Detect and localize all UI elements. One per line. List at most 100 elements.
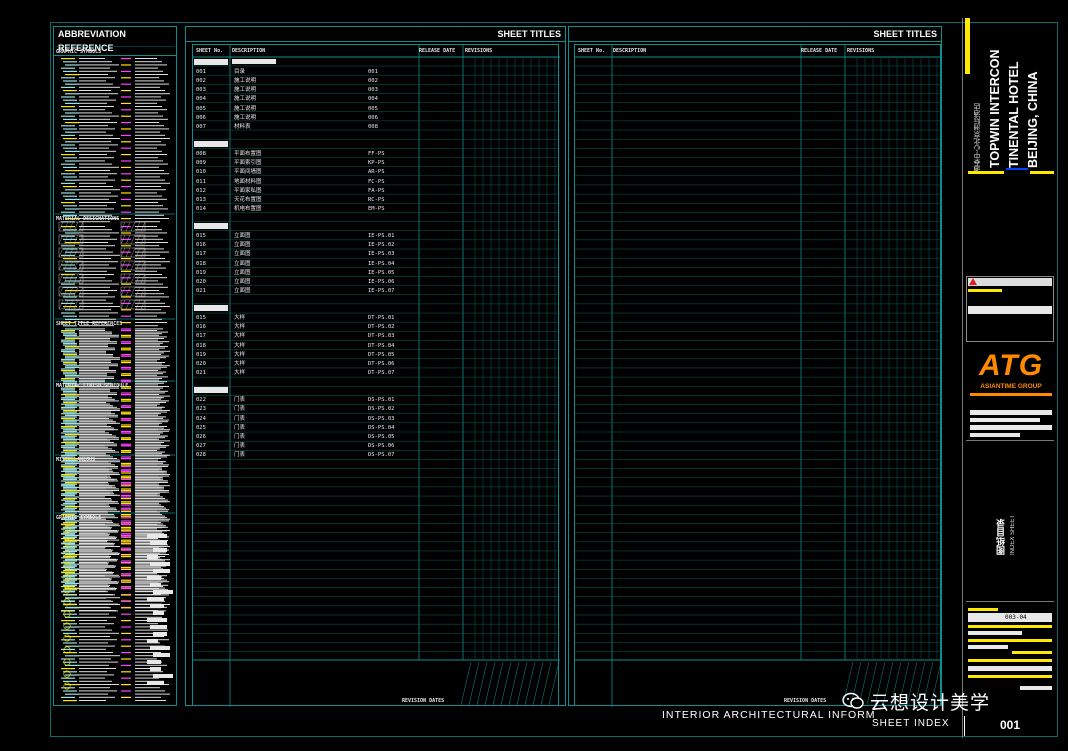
legend-text bbox=[79, 527, 112, 529]
legend-text bbox=[135, 552, 160, 554]
legend-text bbox=[135, 261, 170, 263]
legend-symbol bbox=[121, 70, 131, 72]
legend-text bbox=[79, 424, 107, 426]
legend-symbol bbox=[121, 524, 131, 526]
legend-symbol bbox=[65, 170, 79, 172]
legend-text bbox=[79, 160, 105, 162]
legend-text bbox=[135, 144, 166, 146]
legend-text bbox=[135, 352, 164, 354]
legend-text bbox=[79, 440, 110, 442]
sheet-row-code: IE-PS.01 bbox=[368, 233, 395, 240]
legend-symbol bbox=[61, 591, 75, 593]
legend-text bbox=[135, 354, 161, 355]
legend-text bbox=[135, 453, 162, 455]
revision-date-slant bbox=[460, 661, 472, 706]
legend-text bbox=[135, 485, 159, 487]
legend-swatch bbox=[147, 618, 167, 622]
legend-text bbox=[79, 568, 107, 570]
hatch-line bbox=[140, 260, 146, 271]
legend-text bbox=[79, 106, 114, 107]
group-heading-bar bbox=[194, 141, 228, 148]
sheet-row-code: 002 bbox=[368, 78, 378, 85]
legend-symbol bbox=[121, 186, 131, 188]
legend-text bbox=[135, 315, 157, 317]
legend-symbol bbox=[61, 403, 75, 405]
hatch-line bbox=[120, 299, 126, 310]
legend-symbol bbox=[65, 501, 79, 503]
legend-symbol bbox=[121, 258, 131, 260]
sheet-row-no: 017 bbox=[196, 251, 206, 258]
sheet-row-no: 015 bbox=[196, 233, 206, 240]
legend-text bbox=[79, 270, 107, 272]
legend-symbol bbox=[61, 480, 75, 482]
legend-text bbox=[135, 205, 163, 207]
legend-text bbox=[135, 376, 168, 378]
sheet-row-code: FF-PS bbox=[368, 151, 385, 158]
legend-symbol bbox=[121, 498, 131, 500]
legend-text bbox=[79, 700, 106, 701]
address-line-4 bbox=[970, 433, 1020, 437]
legend-symbol bbox=[121, 373, 131, 375]
legend-text bbox=[79, 379, 105, 381]
legend-text bbox=[135, 446, 166, 448]
legend-text bbox=[79, 674, 114, 676]
legend-symbol bbox=[61, 524, 75, 526]
legend-symbol bbox=[61, 106, 75, 108]
info-bar-3 bbox=[968, 639, 1052, 642]
legend-text bbox=[79, 77, 115, 79]
legend-text bbox=[135, 499, 168, 501]
legend-symbol bbox=[61, 494, 75, 496]
sheet-row-code: DS-PS.07 bbox=[368, 452, 395, 459]
legend-symbol bbox=[121, 341, 131, 343]
legend-symbol bbox=[63, 363, 77, 365]
legend-symbol bbox=[121, 360, 131, 362]
legend-text bbox=[135, 470, 165, 472]
legend-symbol bbox=[65, 336, 79, 338]
legend-symbol bbox=[61, 620, 75, 622]
sheet-row-code: DT-PS.02 bbox=[368, 324, 395, 331]
legend-text bbox=[79, 131, 106, 133]
title-rule-yellow-2 bbox=[1030, 171, 1054, 174]
sheet-row-no: 020 bbox=[196, 278, 206, 285]
legend-symbol bbox=[65, 573, 79, 575]
legend-symbol bbox=[63, 109, 77, 111]
legend-text bbox=[135, 341, 169, 343]
legend-symbol bbox=[121, 355, 131, 357]
legend-text bbox=[79, 296, 115, 298]
legend-text bbox=[79, 490, 107, 491]
revision-date-slant bbox=[508, 661, 520, 706]
legend-text bbox=[135, 480, 166, 482]
legend-symbol bbox=[61, 58, 75, 60]
title-rule-yellow bbox=[968, 171, 1004, 174]
legend-text bbox=[79, 373, 107, 375]
legend-text bbox=[135, 346, 168, 347]
legend-text bbox=[79, 552, 120, 554]
legend-symbol bbox=[121, 330, 131, 332]
legend-text bbox=[135, 687, 160, 689]
legend-symbol bbox=[61, 475, 75, 477]
legend-text bbox=[79, 318, 116, 320]
legend-symbol bbox=[65, 376, 79, 378]
bottom-divider bbox=[964, 716, 965, 736]
legend-text bbox=[79, 469, 112, 471]
legend-symbol bbox=[121, 549, 131, 551]
legend-symbol bbox=[61, 581, 75, 583]
legend-symbol bbox=[121, 432, 131, 434]
sheet-row-no: 024 bbox=[196, 415, 206, 422]
legend-symbol bbox=[121, 154, 131, 156]
legend-text bbox=[79, 671, 107, 673]
legend-text bbox=[135, 482, 168, 483]
revision-date-slant bbox=[516, 661, 528, 706]
legend-symbol bbox=[63, 493, 77, 495]
hatch-line bbox=[130, 234, 136, 245]
legend-symbol bbox=[121, 466, 131, 468]
sheet-row-code: IE-PS.02 bbox=[368, 242, 395, 249]
sheet-row-desc: 大样 bbox=[234, 351, 246, 358]
legend-symbol bbox=[61, 125, 75, 127]
legend-text bbox=[79, 661, 118, 663]
project-name-en: TOPWIN INTERCON TINENTAL HOTEL BEIJING, … bbox=[986, 28, 1056, 168]
legend-text bbox=[135, 623, 158, 625]
info-line-4 bbox=[1020, 686, 1052, 690]
legend-text bbox=[135, 483, 157, 485]
legend-text bbox=[79, 478, 117, 480]
